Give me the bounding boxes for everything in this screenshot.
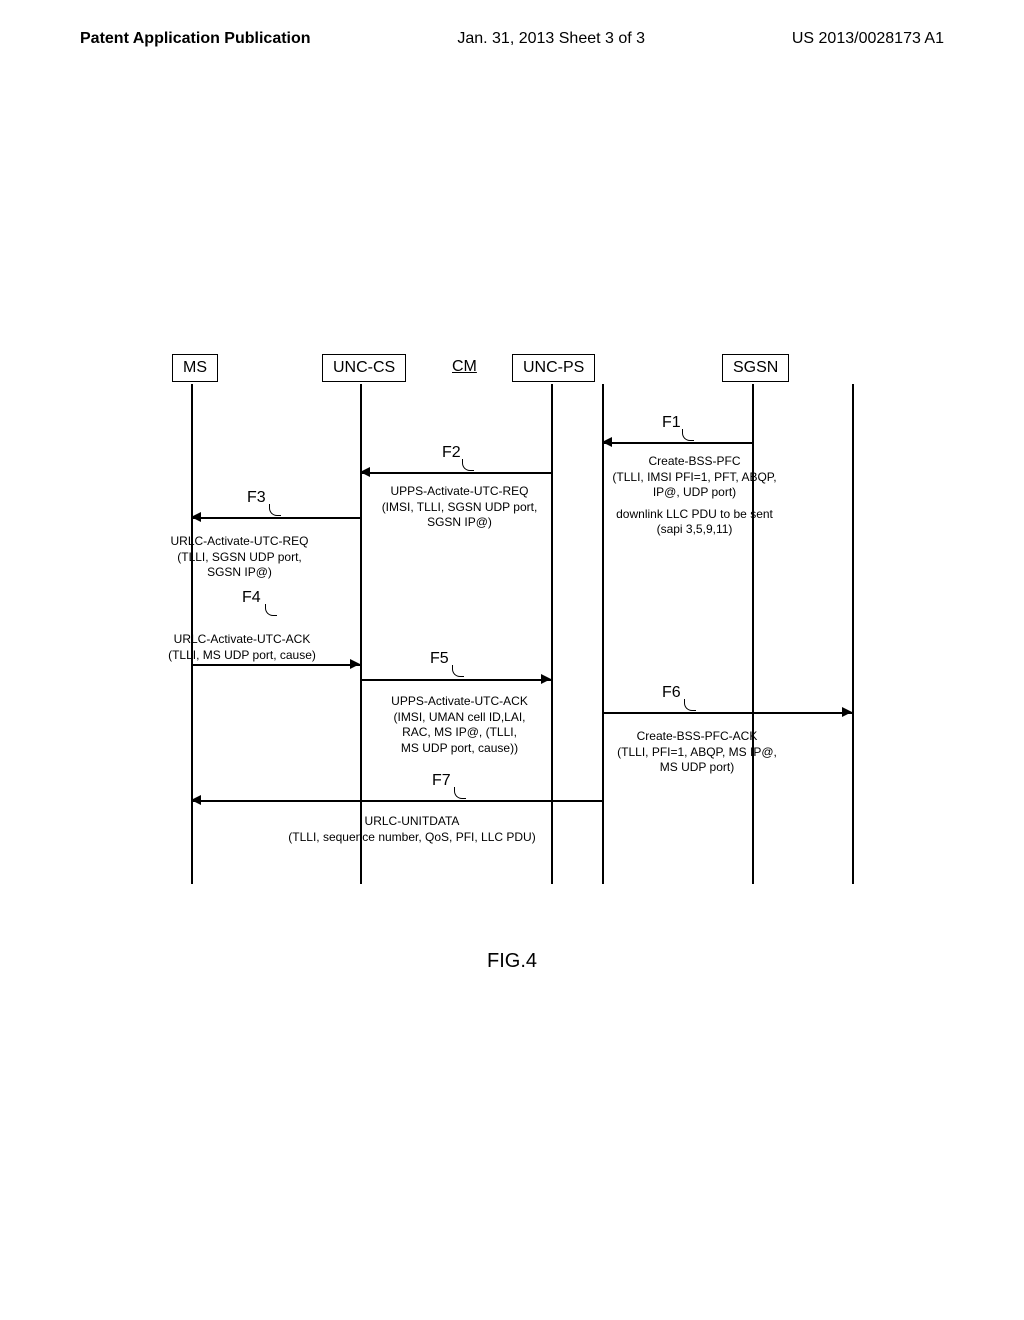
figure-caption: FIG.4 <box>487 950 537 973</box>
arrow-f7 <box>191 800 602 802</box>
f5-msg-line4: MS UDP port, cause)) <box>372 741 547 757</box>
arrowhead-f6 <box>842 707 852 717</box>
f4-msg-line2: (TLLI, MS UDP port, cause) <box>152 648 332 664</box>
f5-msg-line2: (IMSI, UMAN cell ID,LAI, <box>372 710 547 726</box>
page-header: Patent Application Publication Jan. 31, … <box>0 0 1024 48</box>
lifeline-unc-ps <box>551 384 553 884</box>
lifeline-unc-ps-right <box>602 384 604 884</box>
curve-f2 <box>462 459 474 471</box>
f1-msg-line2: (TLLI, IMSI PFI=1, PFT, ABQP, <box>607 470 782 486</box>
f3-msg-line3: SGSN IP@) <box>152 565 327 581</box>
label-f1: Create-BSS-PFC (TLLI, IMSI PFI=1, PFT, A… <box>607 454 782 538</box>
arrow-f6 <box>602 712 852 714</box>
f6-msg-line1: Create-BSS-PFC-ACK <box>607 729 787 745</box>
f7-msg-line2: (TLLI, sequence number, QoS, PFI, LLC PD… <box>262 830 562 846</box>
f6-msg-line2: (TLLI, PFI=1, ABQP, MS IP@, <box>607 745 787 761</box>
step-f7: F7 <box>432 772 451 790</box>
step-f5: F5 <box>430 650 449 668</box>
entity-cm: CM <box>452 358 477 376</box>
f5-msg-line3: RAC, MS IP@, (TLLI, <box>372 725 547 741</box>
label-f7: URLC-UNITDATA (TLLI, sequence number, Qo… <box>262 814 562 845</box>
curve-f1 <box>682 429 694 441</box>
label-f6: Create-BSS-PFC-ACK (TLLI, PFI=1, ABQP, M… <box>607 729 787 776</box>
f2-msg-line3: SGSN IP@) <box>372 515 547 531</box>
f7-msg-line1: URLC-UNITDATA <box>262 814 562 830</box>
entity-unc-ps: UNC-PS <box>512 354 595 382</box>
arrowhead-f4 <box>350 659 360 669</box>
arrow-f4 <box>191 664 360 666</box>
arrow-f1 <box>602 442 752 444</box>
curve-f5 <box>452 665 464 677</box>
arrowhead-f7 <box>191 795 201 805</box>
step-f4: F4 <box>242 589 261 607</box>
f1-msg-line1: Create-BSS-PFC <box>607 454 782 470</box>
f1-msg-line3: IP@, UDP port) <box>607 485 782 501</box>
curve-f7 <box>454 787 466 799</box>
curve-f3 <box>269 504 281 516</box>
label-f3: URLC-Activate-UTC-REQ (TLLI, SGSN UDP po… <box>152 534 327 581</box>
f2-msg-line2: (IMSI, TLLI, SGSN UDP port, <box>372 500 547 516</box>
label-f2: UPPS-Activate-UTC-REQ (IMSI, TLLI, SGSN … <box>372 484 547 531</box>
entity-unc-cs: UNC-CS <box>322 354 406 382</box>
curve-f4 <box>265 604 277 616</box>
f5-msg-line1: UPPS-Activate-UTC-ACK <box>372 694 547 710</box>
label-f5: UPPS-Activate-UTC-ACK (IMSI, UMAN cell I… <box>372 694 547 756</box>
curve-f6 <box>684 699 696 711</box>
header-center: Jan. 31, 2013 Sheet 3 of 3 <box>457 30 645 48</box>
f1-msg-line5: (sapi 3,5,9,11) <box>607 522 782 538</box>
entity-ms: MS <box>172 354 218 382</box>
f4-msg-line1: URLC-Activate-UTC-ACK <box>152 632 332 648</box>
step-f3: F3 <box>247 489 266 507</box>
step-f6: F6 <box>662 684 681 702</box>
arrowhead-f5 <box>541 674 551 684</box>
header-left: Patent Application Publication <box>80 30 311 48</box>
step-f1: F1 <box>662 414 681 432</box>
f2-msg-line1: UPPS-Activate-UTC-REQ <box>372 484 547 500</box>
label-f4: URLC-Activate-UTC-ACK (TLLI, MS UDP port… <box>152 632 332 663</box>
lifeline-unc-cs <box>360 384 362 884</box>
header-right: US 2013/0028173 A1 <box>792 30 944 48</box>
f3-msg-line1: URLC-Activate-UTC-REQ <box>152 534 327 550</box>
sequence-diagram: MS UNC-CS CM UNC-PS SGSN F1 Create-BSS-P… <box>172 354 872 894</box>
arrow-f5 <box>360 679 551 681</box>
lifeline-sgsn-right <box>852 384 854 884</box>
arrow-f2 <box>360 472 551 474</box>
arrowhead-f1 <box>602 437 612 447</box>
arrowhead-f3 <box>191 512 201 522</box>
arrow-f3 <box>191 517 360 519</box>
arrowhead-f2 <box>360 467 370 477</box>
f3-msg-line2: (TLLI, SGSN UDP port, <box>152 550 327 566</box>
f1-msg-line4: downlink LLC PDU to be sent <box>607 507 782 523</box>
f6-msg-line3: MS UDP port) <box>607 760 787 776</box>
entity-sgsn: SGSN <box>722 354 789 382</box>
step-f2: F2 <box>442 444 461 462</box>
